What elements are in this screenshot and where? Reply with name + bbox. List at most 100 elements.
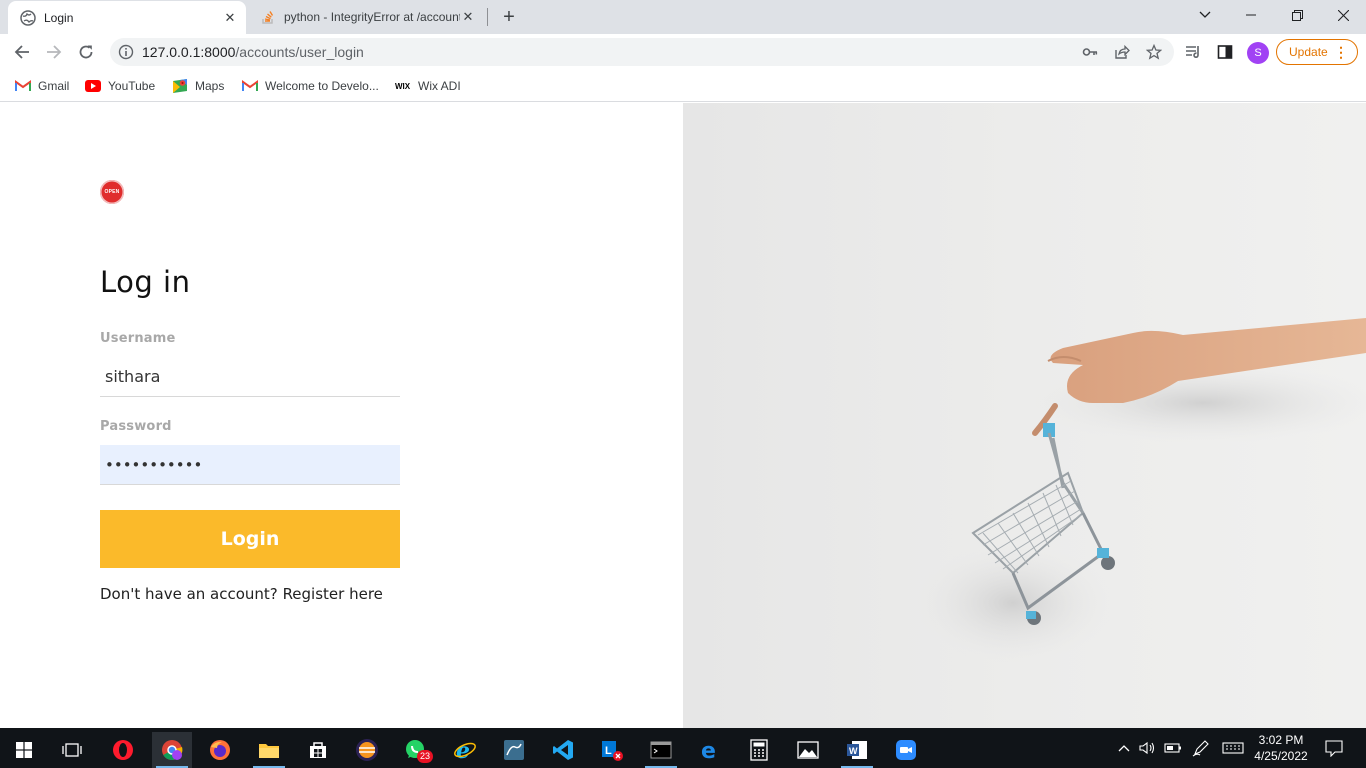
hand-cart-illustration — [913, 318, 1366, 663]
svg-text:e: e — [701, 739, 716, 761]
url-text: 127.0.0.1:8000/accounts/user_login — [142, 44, 1174, 60]
svg-text:W: W — [849, 746, 858, 756]
reload-icon — [79, 45, 93, 59]
lync-icon[interactable]: L — [592, 732, 632, 768]
star-icon[interactable] — [1146, 44, 1162, 60]
restore-button[interactable] — [1274, 0, 1320, 30]
page-content: OPEN Log in Username Password Login Don'… — [0, 103, 1366, 728]
back-button[interactable] — [8, 38, 36, 66]
maps-icon — [172, 78, 188, 94]
svg-text:L: L — [605, 745, 612, 757]
clock-date: 4/25/2022 — [1254, 749, 1308, 763]
bookmark-label: Wix ADI — [418, 79, 461, 93]
system-clock[interactable]: 3:02 PM 4/25/2022 — [1252, 732, 1310, 764]
key-icon[interactable] — [1082, 44, 1098, 60]
chevron-down-icon — [1199, 11, 1211, 18]
calculator-icon[interactable] — [739, 732, 779, 768]
url-host: 127.0.0.1:8000 — [142, 44, 236, 60]
bookmark-label: Welcome to Develo... — [265, 79, 379, 93]
register-link[interactable]: Register here — [283, 585, 383, 603]
whatsapp-icon[interactable]: 23 — [396, 732, 436, 768]
svg-text:e: e — [456, 738, 470, 762]
tab-title: python - IntegrityError at /accounts — [284, 10, 460, 24]
arrow-right-icon — [47, 45, 62, 59]
forward-button[interactable] — [40, 38, 68, 66]
page-title: Log in — [100, 265, 191, 299]
username-label: Username — [100, 331, 176, 346]
gmail-icon — [242, 78, 258, 94]
update-button[interactable]: Update ⋮ — [1276, 39, 1358, 65]
clock-time: 3:02 PM — [1258, 733, 1304, 747]
task-view-icon[interactable] — [52, 732, 92, 768]
address-bar[interactable]: 127.0.0.1:8000/accounts/user_login — [110, 38, 1174, 66]
globe-icon — [20, 9, 36, 26]
restore-icon — [1291, 9, 1303, 21]
edge-icon[interactable]: e — [690, 732, 730, 768]
tab-integrity-error[interactable]: python - IntegrityError at /accounts ✕ — [248, 0, 484, 34]
bookmark-gmail[interactable]: Gmail — [15, 76, 69, 96]
update-label: Update — [1289, 45, 1328, 59]
windows-start-icon[interactable] — [4, 732, 44, 768]
firefox-icon[interactable] — [200, 732, 240, 768]
vscode-icon[interactable] — [543, 732, 583, 768]
store-logo[interactable]: OPEN — [100, 180, 124, 204]
notification-icon[interactable] — [1322, 728, 1346, 768]
ie-icon[interactable]: e — [445, 732, 485, 768]
bookmark-label: Gmail — [38, 79, 70, 93]
windows-taskbar: 23 e L e W 3:02 PM 4/25/2022 — [0, 728, 1366, 768]
word-icon[interactable]: W — [837, 732, 877, 768]
browser-toolbar: 127.0.0.1:8000/accounts/user_login — [0, 34, 1366, 70]
chrome-icon[interactable] — [152, 732, 192, 768]
username-input[interactable] — [100, 357, 400, 397]
whatsapp-badge: 23 — [417, 750, 434, 763]
tab-separator — [487, 8, 488, 26]
password-label: Password — [100, 419, 172, 434]
register-prompt: Don't have an account? Register here — [100, 585, 383, 603]
tab-search-button[interactable] — [1182, 0, 1228, 30]
bookmarks-bar: Gmail YouTube Maps Welcome to Develo... … — [0, 70, 1366, 102]
eclipse-icon[interactable] — [347, 732, 387, 768]
terminal-icon[interactable] — [641, 732, 681, 768]
gmail-icon — [15, 78, 31, 94]
login-button[interactable]: Login — [100, 510, 400, 568]
reload-button[interactable] — [72, 38, 100, 66]
minimize-button[interactable] — [1228, 0, 1274, 30]
photos-icon[interactable] — [788, 732, 828, 768]
bookmark-youtube[interactable]: YouTube — [85, 76, 155, 96]
register-prefix: Don't have an account? — [100, 585, 278, 603]
bookmark-welcome[interactable]: Welcome to Develo... — [242, 76, 379, 96]
bookmark-label: Maps — [195, 79, 225, 93]
close-icon[interactable]: ✕ — [222, 10, 238, 26]
file-explorer-icon[interactable] — [249, 732, 289, 768]
browser-tab-strip: Login ✕ python - IntegrityError at /acco… — [0, 0, 1366, 34]
minimize-icon — [1246, 14, 1256, 16]
new-tab-button[interactable]: + — [499, 6, 519, 28]
info-icon[interactable] — [118, 44, 134, 60]
bookmark-label: YouTube — [108, 79, 156, 93]
mysql-icon[interactable] — [494, 732, 534, 768]
menu-icon[interactable]: ⋮ — [1334, 44, 1348, 60]
share-icon[interactable] — [1114, 44, 1130, 60]
opera-icon[interactable] — [103, 732, 143, 768]
bookmark-wix[interactable]: WIX Wix ADI — [394, 76, 461, 96]
arrow-left-icon — [14, 45, 29, 59]
speaker-icon[interactable] — [1138, 728, 1158, 768]
store-icon[interactable] — [298, 732, 338, 768]
pen-icon[interactable] — [1190, 728, 1212, 768]
battery-icon[interactable] — [1163, 728, 1183, 768]
tab-login[interactable]: Login ✕ — [8, 1, 246, 34]
url-path: /accounts/user_login — [235, 44, 364, 60]
side-panel-icon[interactable] — [1216, 43, 1234, 61]
reading-list-icon[interactable] — [1184, 43, 1202, 61]
wix-icon: WIX — [394, 81, 411, 91]
bookmark-maps[interactable]: Maps — [172, 76, 224, 96]
keyboard-icon[interactable] — [1220, 728, 1246, 768]
close-window-button[interactable] — [1320, 0, 1366, 30]
zoom-icon[interactable] — [886, 732, 926, 768]
profile-avatar[interactable]: S — [1247, 42, 1269, 64]
close-icon[interactable]: ✕ — [460, 9, 476, 25]
chevron-up-icon[interactable] — [1116, 728, 1132, 768]
password-input[interactable] — [100, 445, 400, 485]
stackoverflow-icon — [260, 9, 276, 25]
hero-image — [683, 103, 1366, 728]
